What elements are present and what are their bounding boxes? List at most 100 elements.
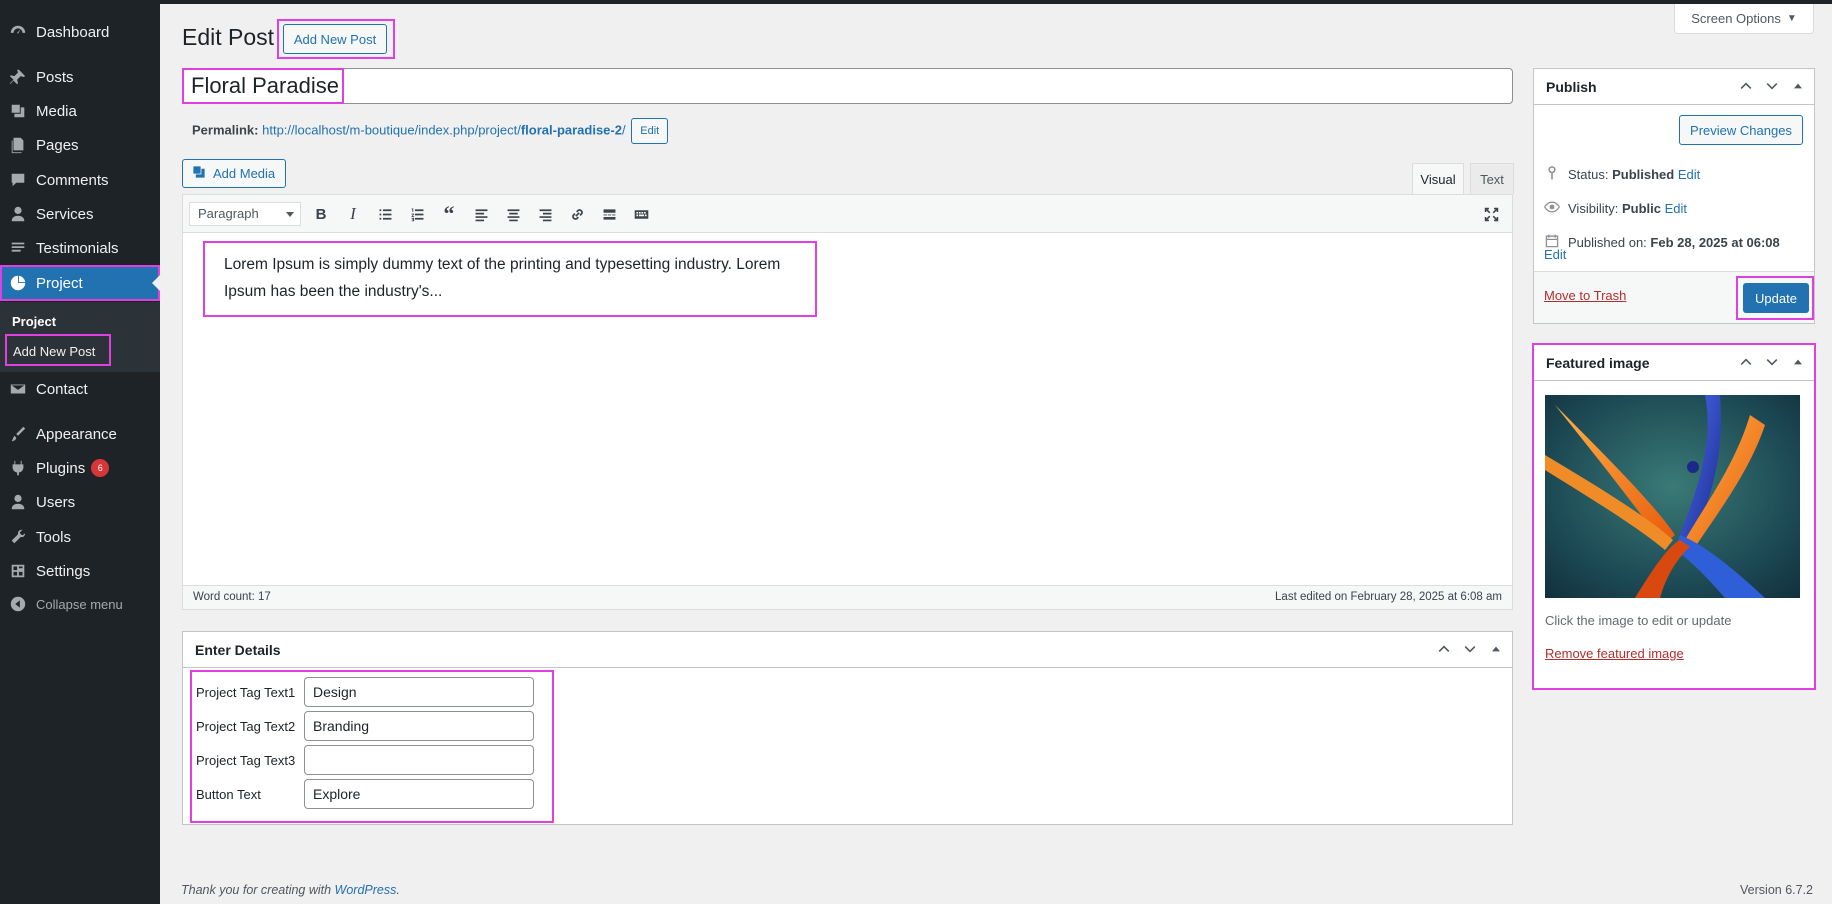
caret-down-icon: ▼ xyxy=(1786,13,1797,24)
status-edit-link[interactable]: Edit xyxy=(1678,167,1700,182)
numbered-list-icon[interactable] xyxy=(407,204,427,224)
move-to-trash-link[interactable]: Move to Trash xyxy=(1544,288,1626,303)
enter-details-box: Enter Details Project Tag Text1 Project … xyxy=(182,631,1513,825)
toggle-panel-icon[interactable] xyxy=(1488,641,1504,660)
preview-changes-button[interactable]: Preview Changes xyxy=(1679,115,1803,145)
move-up-icon[interactable] xyxy=(1436,641,1452,660)
admin-sidebar: Dashboard Posts Media Pages Comments Ser… xyxy=(0,0,160,904)
dashboard-icon xyxy=(0,23,36,41)
move-down-icon[interactable] xyxy=(1764,354,1780,373)
post-title-input[interactable] xyxy=(182,68,1513,104)
top-bar xyxy=(0,0,1832,4)
toggle-panel-icon[interactable] xyxy=(1790,78,1806,97)
sidebar-item-dashboard[interactable]: Dashboard xyxy=(0,15,160,49)
sidebar-item-services[interactable]: Services xyxy=(0,197,160,231)
publish-box: Publish Preview Changes Status: Publishe… xyxy=(1533,68,1815,324)
featured-image-thumbnail[interactable] xyxy=(1545,395,1800,598)
field-row: Button Text xyxy=(196,779,534,809)
submenu-item-project[interactable]: Project xyxy=(12,314,56,329)
wrench-icon xyxy=(0,528,36,546)
sidebar-item-tools[interactable]: Tools xyxy=(0,520,160,554)
toggle-panel-icon[interactable] xyxy=(1790,354,1806,373)
post-editor: Paragraph B I “ Lorem Ipsum is simply du… xyxy=(182,194,1513,610)
visibility-edit-link[interactable]: Edit xyxy=(1665,201,1687,216)
sidebar-item-testimonials[interactable]: Testimonials xyxy=(0,231,160,265)
user-icon xyxy=(0,205,36,223)
pin-icon xyxy=(1544,165,1560,184)
fullscreen-icon[interactable] xyxy=(1481,204,1501,224)
screen-options-toggle[interactable]: Screen Options ▼ xyxy=(1674,4,1814,34)
mail-icon xyxy=(0,380,36,398)
update-button[interactable]: Update xyxy=(1743,283,1809,313)
project-tag-text2-input[interactable] xyxy=(304,711,534,741)
pages-icon xyxy=(0,136,36,154)
enter-details-header: Enter Details xyxy=(183,632,1512,668)
permalink-link[interactable]: http://localhost/m-boutique/index.php/pr… xyxy=(262,122,626,137)
submenu-item-add-new-post[interactable]: Add New Post xyxy=(5,334,111,366)
sidebar-item-plugins[interactable]: Plugins 6 xyxy=(0,451,160,485)
link-icon[interactable] xyxy=(567,204,587,224)
button-text-input[interactable] xyxy=(304,779,534,809)
remove-featured-image-link[interactable]: Remove featured image xyxy=(1545,646,1684,661)
project-tag-text1-input[interactable] xyxy=(304,677,534,707)
editor-status-bar: Word count: 17 Last edited on February 2… xyxy=(183,585,1512,609)
align-right-icon[interactable] xyxy=(535,204,555,224)
read-more-icon[interactable] xyxy=(599,204,619,224)
move-up-icon[interactable] xyxy=(1738,354,1754,373)
align-left-icon[interactable] xyxy=(471,204,491,224)
blockquote-icon[interactable]: “ xyxy=(439,201,459,226)
permalink-edit-button[interactable]: Edit xyxy=(631,118,669,144)
collapse-icon xyxy=(0,595,36,613)
sidebar-item-settings[interactable]: Settings xyxy=(0,554,160,588)
move-down-icon[interactable] xyxy=(1764,78,1780,97)
update-highlight: Update xyxy=(1736,276,1814,320)
tab-visual[interactable]: Visual xyxy=(1412,163,1464,194)
move-down-icon[interactable] xyxy=(1462,641,1478,660)
plugin-icon xyxy=(0,459,36,477)
sidebar-collapse-menu[interactable]: Collapse menu xyxy=(0,587,160,621)
move-up-icon[interactable] xyxy=(1738,78,1754,97)
publish-status: Status: Published Edit xyxy=(1544,165,1700,184)
wordpress-link[interactable]: WordPress xyxy=(335,883,397,897)
italic-icon[interactable]: I xyxy=(343,204,363,224)
add-media-button[interactable]: Add Media xyxy=(182,159,286,188)
sidebar-item-pages[interactable]: Pages xyxy=(0,128,160,162)
brush-icon xyxy=(0,425,36,443)
sidebar-item-comments[interactable]: Comments xyxy=(0,163,160,197)
eye-icon xyxy=(1544,199,1560,218)
sidebar-item-users[interactable]: Users xyxy=(0,485,160,519)
permalink: Permalink: http://localhost/m-boutique/i… xyxy=(192,118,669,144)
page-title: Edit Post xyxy=(182,24,275,50)
keyboard-icon[interactable] xyxy=(631,204,651,224)
pin-icon xyxy=(0,68,36,86)
featured-image-header: Featured image xyxy=(1534,345,1814,381)
pie-chart-icon xyxy=(0,274,36,292)
align-center-icon[interactable] xyxy=(503,204,523,224)
add-new-post-button[interactable]: Add New Post xyxy=(283,24,387,54)
date-edit-link[interactable]: Edit xyxy=(1544,247,1566,262)
sidebar-item-appearance[interactable]: Appearance xyxy=(0,417,160,451)
testimonial-icon xyxy=(0,239,36,257)
sidebar-item-media[interactable]: Media xyxy=(0,94,160,128)
active-indicator xyxy=(152,275,160,291)
last-edited: Last edited on February 28, 2025 at 6:08… xyxy=(1275,591,1502,603)
media-icon xyxy=(0,102,36,120)
project-tag-text3-input[interactable] xyxy=(304,745,534,775)
media-icon xyxy=(191,164,207,183)
tab-text[interactable]: Text xyxy=(1470,163,1514,194)
publish-date: Published on: Feb 28, 2025 at 06:08 xyxy=(1544,233,1780,252)
bold-icon[interactable]: B xyxy=(311,204,331,224)
format-select[interactable]: Paragraph xyxy=(189,202,301,226)
sidebar-item-contact[interactable]: Contact xyxy=(0,372,160,406)
user-icon xyxy=(0,493,36,511)
word-count: Word count: 17 xyxy=(193,591,271,603)
comment-icon xyxy=(0,171,36,189)
field-row: Project Tag Text2 xyxy=(196,711,534,741)
editor-content[interactable]: Lorem Ipsum is simply dummy text of the … xyxy=(203,241,817,317)
sidebar-item-project[interactable]: Project xyxy=(0,265,160,301)
featured-image-caption: Click the image to edit or update xyxy=(1545,613,1732,628)
bullet-list-icon[interactable] xyxy=(375,204,395,224)
sidebar-item-posts[interactable]: Posts xyxy=(0,60,160,94)
title-highlight xyxy=(182,68,344,104)
plugins-update-badge: 6 xyxy=(91,459,110,477)
